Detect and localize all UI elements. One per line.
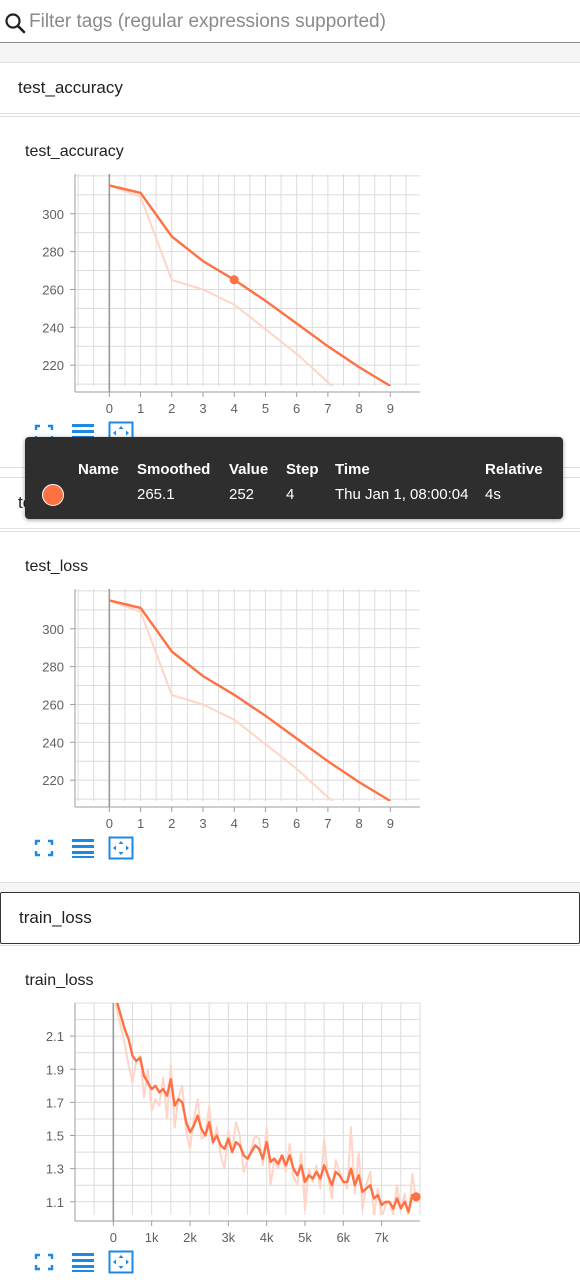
y-tick-label: 1.3 — [46, 1162, 64, 1177]
x-tick-label: 7 — [324, 401, 331, 416]
tooltip-header-smoothed: Smoothed — [137, 461, 211, 478]
x-tick-label: 2 — [168, 401, 175, 416]
highlight-point — [411, 1192, 421, 1202]
y-tick-label: 300 — [42, 207, 64, 222]
x-tick-label: 5k — [298, 1230, 312, 1245]
x-tick-label: 8 — [356, 816, 363, 831]
x-tick-label: 0 — [106, 816, 113, 831]
spacer — [0, 43, 580, 62]
fullscreen-icon — [34, 1253, 54, 1271]
toggle-log-scale-button[interactable] — [70, 1250, 96, 1274]
section-title: train_loss — [19, 908, 92, 927]
y-tick-label: 1.1 — [46, 1195, 64, 1210]
tooltip-header-time: Time — [335, 461, 370, 478]
toggle-log-scale-button[interactable] — [70, 836, 96, 860]
x-tick-label: 9 — [387, 401, 394, 416]
fullscreen-button[interactable] — [31, 836, 57, 860]
x-tick-label: 1 — [137, 401, 144, 416]
x-tick-label: 8 — [356, 401, 363, 416]
y-tick-label: 260 — [42, 697, 64, 712]
filter-tags-input[interactable] — [29, 9, 569, 35]
line-chart[interactable]: 0 1 2 3 4 5 6 7 8 9 220 240 260 280 300 — [0, 532, 580, 884]
y-tick-label: 300 — [42, 622, 64, 637]
tooltip-smoothed-value: 265.1 — [137, 486, 175, 503]
x-tick-label: 0 — [110, 1230, 117, 1245]
tooltip-relative: 4s — [485, 486, 501, 503]
y-tick-label: 1.5 — [46, 1129, 64, 1144]
x-tick-label: 1 — [137, 816, 144, 831]
fit-to-data-icon — [108, 1250, 134, 1274]
highlight-point — [229, 275, 239, 285]
y-tick-label: 280 — [42, 245, 64, 260]
x-tick-label: 4k — [260, 1230, 274, 1245]
x-tick-label: 0 — [106, 401, 113, 416]
tooltip-header-value: Value — [229, 461, 269, 478]
x-tick-label: 7k — [375, 1230, 389, 1245]
x-tick-label: 7 — [324, 816, 331, 831]
x-tick-label: 3 — [199, 401, 206, 416]
series-color-swatch — [42, 484, 64, 506]
x-tick-label: 1k — [145, 1230, 159, 1245]
fit-to-data-icon — [108, 836, 134, 860]
line-chart[interactable]: 0 1 2 3 4 5 6 7 8 9 220 240 260 280 300 — [0, 117, 580, 469]
y-tick-label: 220 — [42, 358, 64, 373]
tooltip-header-step: Step — [286, 461, 319, 478]
x-tick-label: 5 — [262, 401, 269, 416]
tooltip-step: 4 — [286, 486, 295, 503]
x-tick-label: 6 — [293, 816, 300, 831]
x-tick-label: 5 — [262, 816, 269, 831]
y-tick-label: 2.1 — [46, 1029, 64, 1044]
section-header-test-accuracy[interactable]: test_accuracy — [0, 62, 580, 114]
fit-domain-button[interactable] — [108, 1250, 134, 1274]
fit-domain-button[interactable] — [108, 836, 134, 860]
grid — [75, 589, 420, 801]
tooltip-header-relative: Relative — [485, 461, 543, 478]
x-tick-label: 9 — [387, 816, 394, 831]
y-tick-label: 1.9 — [46, 1062, 64, 1077]
line-chart[interactable]: 0 1k 2k 3k 4k 5k 6k 7k 1.1 1.3 1.5 1.7 1.9 2.1 — [0, 946, 580, 1283]
filter-bar — [0, 0, 580, 43]
x-tick-label: 4 — [231, 816, 238, 831]
x-tick-label: 4 — [231, 401, 238, 416]
tooltip-time: Thu Jan 1, 08:00:04 — [335, 486, 469, 503]
y-tick-label: 240 — [42, 735, 64, 750]
y-tick-label: 280 — [42, 660, 64, 675]
plot-area: 0 1 2 3 4 5 6 7 8 9 220 240 260 280 300 — [42, 174, 420, 416]
list-icon — [72, 1253, 94, 1272]
x-tick-label: 6k — [336, 1230, 350, 1245]
plot-area: 0 1 2 3 4 5 6 7 8 9 220 240 260 280 300 — [42, 589, 420, 831]
y-tick-label: 260 — [42, 282, 64, 297]
y-tick-label: 1.7 — [46, 1095, 64, 1110]
y-tick-label: 240 — [42, 320, 64, 335]
x-tick-label: 3k — [221, 1230, 235, 1245]
fullscreen-button[interactable] — [31, 1250, 57, 1274]
x-tick-label: 2 — [168, 816, 175, 831]
tooltip-header-name: Name — [78, 461, 119, 478]
x-tick-label: 3 — [199, 816, 206, 831]
chart-card-train-loss: train_loss 0 1k 2k 3k 4k 5k 6k 7k 1.1 1.3 1.5 1.7 1.… — [0, 945, 580, 1282]
search-icon — [5, 13, 26, 34]
section-title: test_accuracy — [18, 78, 123, 97]
spacer — [0, 883, 580, 892]
chart-card-test-accuracy: test_accuracy 0 1 2 3 4 5 6 7 8 9 220 240 260 280 300 — [0, 116, 580, 468]
chart-card-test-loss: test_loss 0 1 2 3 4 5 6 7 8 9 220 240 260 280 300 — [0, 531, 580, 883]
list-icon — [72, 839, 94, 858]
plot-area: 0 1k 2k 3k 4k 5k 6k 7k 1.1 1.3 1.5 1.7 1.9 2.1 — [46, 1002, 421, 1245]
x-tick-label: 2k — [183, 1230, 197, 1245]
section-header-train-loss[interactable]: train_loss — [0, 892, 580, 944]
data-tooltip: Name Smoothed Value Step Time Relative 2… — [25, 437, 563, 519]
grid — [75, 174, 420, 386]
tooltip-value: 252 — [229, 486, 255, 503]
x-tick-label: 6 — [293, 401, 300, 416]
y-tick-label: 220 — [42, 773, 64, 788]
fullscreen-icon — [34, 839, 54, 857]
